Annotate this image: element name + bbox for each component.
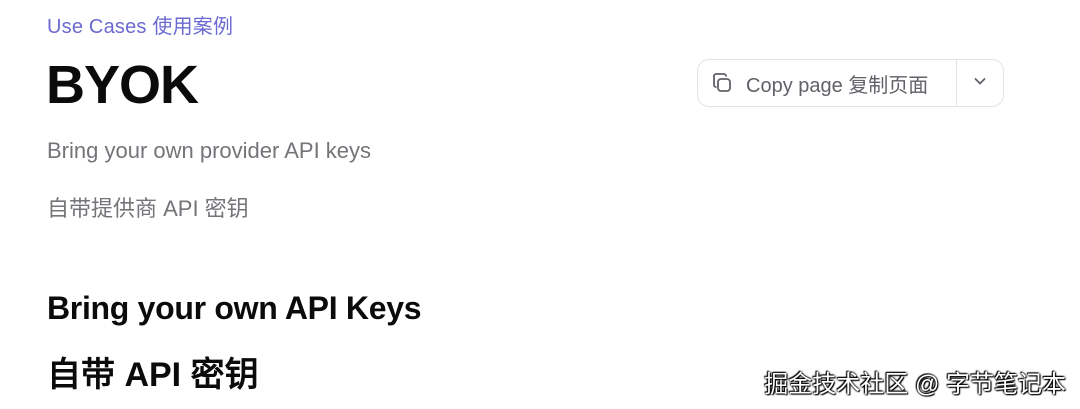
chevron-down-icon: [972, 73, 988, 94]
page-subtitle: Bring your own provider API keys: [47, 138, 372, 163]
copy-page-button-group: Copy page 复制页面: [697, 59, 1004, 107]
section-heading-cn: 自带 API 密钥: [47, 356, 259, 394]
copy-page-dropdown-button[interactable]: [957, 60, 1003, 106]
watermark: 掘金技术社区 @ 字节笔记本: [764, 371, 1066, 398]
copy-icon: [710, 71, 734, 95]
copy-page-label: Copy page 复制页面: [746, 74, 929, 97]
page-title: BYOK: [46, 55, 199, 115]
section-heading: Bring your own API Keys: [47, 290, 422, 326]
copy-page-button[interactable]: Copy page 复制页面: [698, 60, 956, 106]
breadcrumb[interactable]: Use Cases 使用案例: [47, 10, 233, 39]
page-subtitle-cn: 自带提供商 API 密钥: [47, 196, 249, 221]
